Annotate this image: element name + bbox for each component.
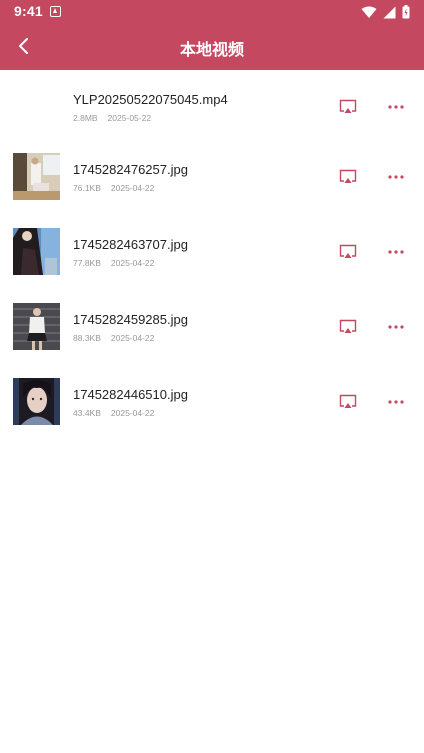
file-date: 2025-04-22 xyxy=(110,258,155,268)
screen-cast-icon xyxy=(339,169,357,183)
screen-cast-icon xyxy=(339,99,357,113)
status-bar: 9:41 xyxy=(0,0,424,24)
cast-button[interactable] xyxy=(338,167,358,187)
file-name: 1745282459285.jpg xyxy=(73,312,188,327)
file-size: 76.1KB xyxy=(73,183,101,193)
file-meta: 88.3KB 2025-04-22 xyxy=(73,333,154,343)
notification-icon xyxy=(50,6,61,17)
file-meta: 76.1KB 2025-04-22 xyxy=(73,183,154,193)
file-thumbnail xyxy=(13,378,60,425)
cast-button[interactable] xyxy=(338,392,358,412)
app-header: 9:41 本地视频 xyxy=(0,0,424,70)
file-meta: 77.8KB 2025-04-22 xyxy=(73,258,154,268)
file-date: 2025-04-22 xyxy=(110,333,155,343)
signal-icon xyxy=(383,6,396,18)
file-item[interactable]: 1745282476257.jpg 76.1KB 2025-04-22 xyxy=(0,140,424,215)
file-size: 43.4KB xyxy=(73,408,101,418)
cast-button[interactable] xyxy=(338,317,358,337)
more-button[interactable] xyxy=(386,317,406,337)
file-list: YLP20250522075045.mp4 2.8MB 2025-05-22 1… xyxy=(0,70,424,440)
file-date: 2025-05-22 xyxy=(107,113,152,123)
more-button[interactable] xyxy=(386,167,406,187)
file-meta: 43.4KB 2025-04-22 xyxy=(73,408,154,418)
file-name: 1745282476257.jpg xyxy=(73,162,188,177)
file-thumbnail xyxy=(13,153,60,200)
battery-icon xyxy=(402,5,410,19)
file-date: 2025-04-22 xyxy=(110,408,155,418)
more-button[interactable] xyxy=(386,392,406,412)
screen-cast-icon xyxy=(339,244,357,258)
more-dots-icon xyxy=(388,325,404,329)
file-item[interactable]: 1745282459285.jpg 88.3KB 2025-04-22 xyxy=(0,290,424,365)
file-item[interactable]: YLP20250522075045.mp4 2.8MB 2025-05-22 xyxy=(0,70,424,140)
nav-row: 本地视频 xyxy=(0,24,424,70)
photo-dark-figure-image xyxy=(13,228,60,275)
status-icons xyxy=(361,4,410,20)
file-thumbnail-empty xyxy=(13,82,60,129)
status-time: 9:41 xyxy=(14,3,43,19)
screen-cast-icon xyxy=(339,319,357,333)
more-button[interactable] xyxy=(386,97,406,117)
file-item[interactable]: 1745282463707.jpg 77.8KB 2025-04-22 xyxy=(0,215,424,290)
cast-button[interactable] xyxy=(338,97,358,117)
page-title: 本地视频 xyxy=(179,42,244,59)
file-name: 1745282463707.jpg xyxy=(73,237,188,252)
file-meta: 2.8MB 2025-05-22 xyxy=(73,113,151,123)
file-item[interactable]: 1745282446510.jpg 43.4KB 2025-04-22 xyxy=(0,365,424,440)
photo-rooftop-image xyxy=(13,303,60,350)
file-thumbnail xyxy=(13,228,60,275)
cast-button[interactable] xyxy=(338,242,358,262)
file-thumbnail xyxy=(13,303,60,350)
more-dots-icon xyxy=(388,250,404,254)
photo-room-image xyxy=(13,153,60,200)
more-dots-icon xyxy=(388,105,404,109)
wifi-icon xyxy=(361,6,377,18)
file-name: 1745282446510.jpg xyxy=(73,387,188,402)
file-name: YLP20250522075045.mp4 xyxy=(73,92,228,107)
file-size: 77.8KB xyxy=(73,258,101,268)
file-size: 88.3KB xyxy=(73,333,101,343)
file-size: 2.8MB xyxy=(73,113,98,123)
screen-cast-icon xyxy=(339,394,357,408)
file-date: 2025-04-22 xyxy=(110,183,155,193)
more-dots-icon xyxy=(388,400,404,404)
photo-portrait-image xyxy=(13,378,60,425)
more-dots-icon xyxy=(388,175,404,179)
more-button[interactable] xyxy=(386,242,406,262)
